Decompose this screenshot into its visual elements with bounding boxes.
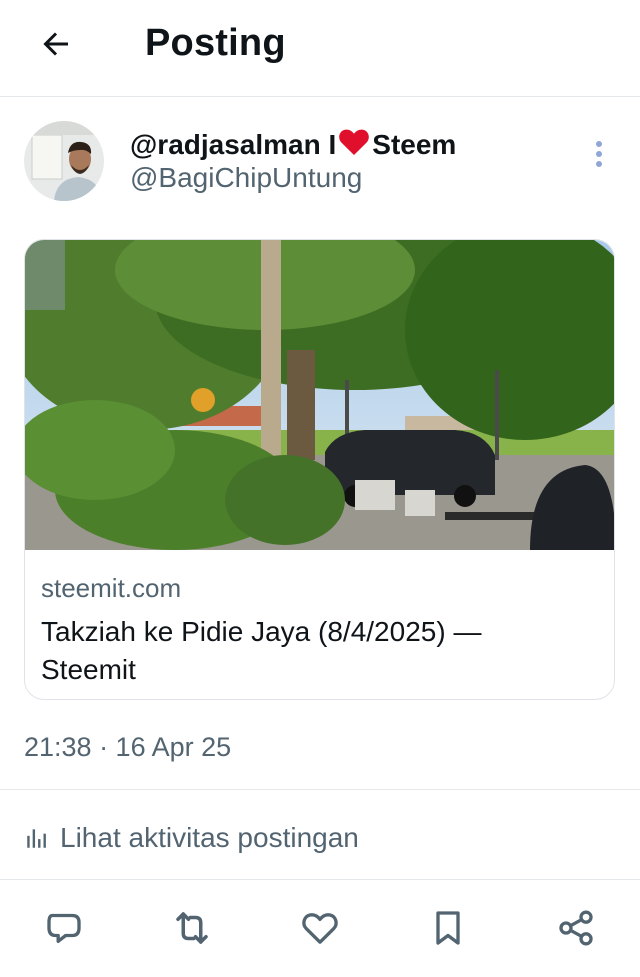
repost-button[interactable]	[164, 900, 220, 956]
link-title: Takziah ke Pidie Jaya (8/4/2025) — Steem…	[41, 616, 482, 685]
link-domain: steemit.com	[41, 573, 182, 603]
top-bar: Posting	[0, 0, 640, 96]
author-handle[interactable]: @BagiChipUntung	[130, 162, 362, 194]
header-divider	[0, 96, 640, 97]
back-button[interactable]	[34, 22, 78, 66]
like-button[interactable]	[292, 900, 348, 956]
heart-icon	[338, 126, 370, 163]
avatar-photo	[24, 121, 104, 201]
post-activity-link[interactable]: Lihat aktivitas postingan	[24, 820, 359, 856]
author-display-name[interactable]: @radjasalman I Steem	[130, 126, 456, 163]
like-icon	[302, 913, 338, 944]
share-icon	[559, 910, 593, 946]
avatar[interactable]	[24, 121, 104, 201]
bookmark-button[interactable]	[420, 900, 476, 956]
author-name-part1: @radjasalman I	[130, 128, 337, 160]
link-preview-card[interactable]: steemit.com Takziah ke Pidie Jaya (8/4/2…	[24, 239, 615, 700]
bookmark-icon	[436, 911, 460, 945]
link-preview-image	[25, 240, 614, 550]
page-title: Posting	[145, 22, 286, 64]
more-options-button[interactable]	[584, 136, 614, 172]
analytics-icon	[27, 829, 46, 848]
author-name-part2: Steem	[372, 128, 457, 160]
post-activity-label: Lihat aktivitas postingan	[60, 822, 359, 853]
reply-button[interactable]	[36, 900, 92, 956]
reply-icon	[47, 913, 81, 943]
repost-icon	[176, 912, 208, 944]
arrow-left-icon	[43, 32, 68, 56]
activity-divider	[0, 879, 640, 880]
post-action-bar	[0, 900, 640, 956]
post-timestamp[interactable]: 21:38 · 16 Apr 25	[24, 732, 231, 763]
share-button[interactable]	[548, 900, 604, 956]
more-vertical-icon	[596, 141, 602, 167]
timestamp-divider	[0, 789, 640, 790]
